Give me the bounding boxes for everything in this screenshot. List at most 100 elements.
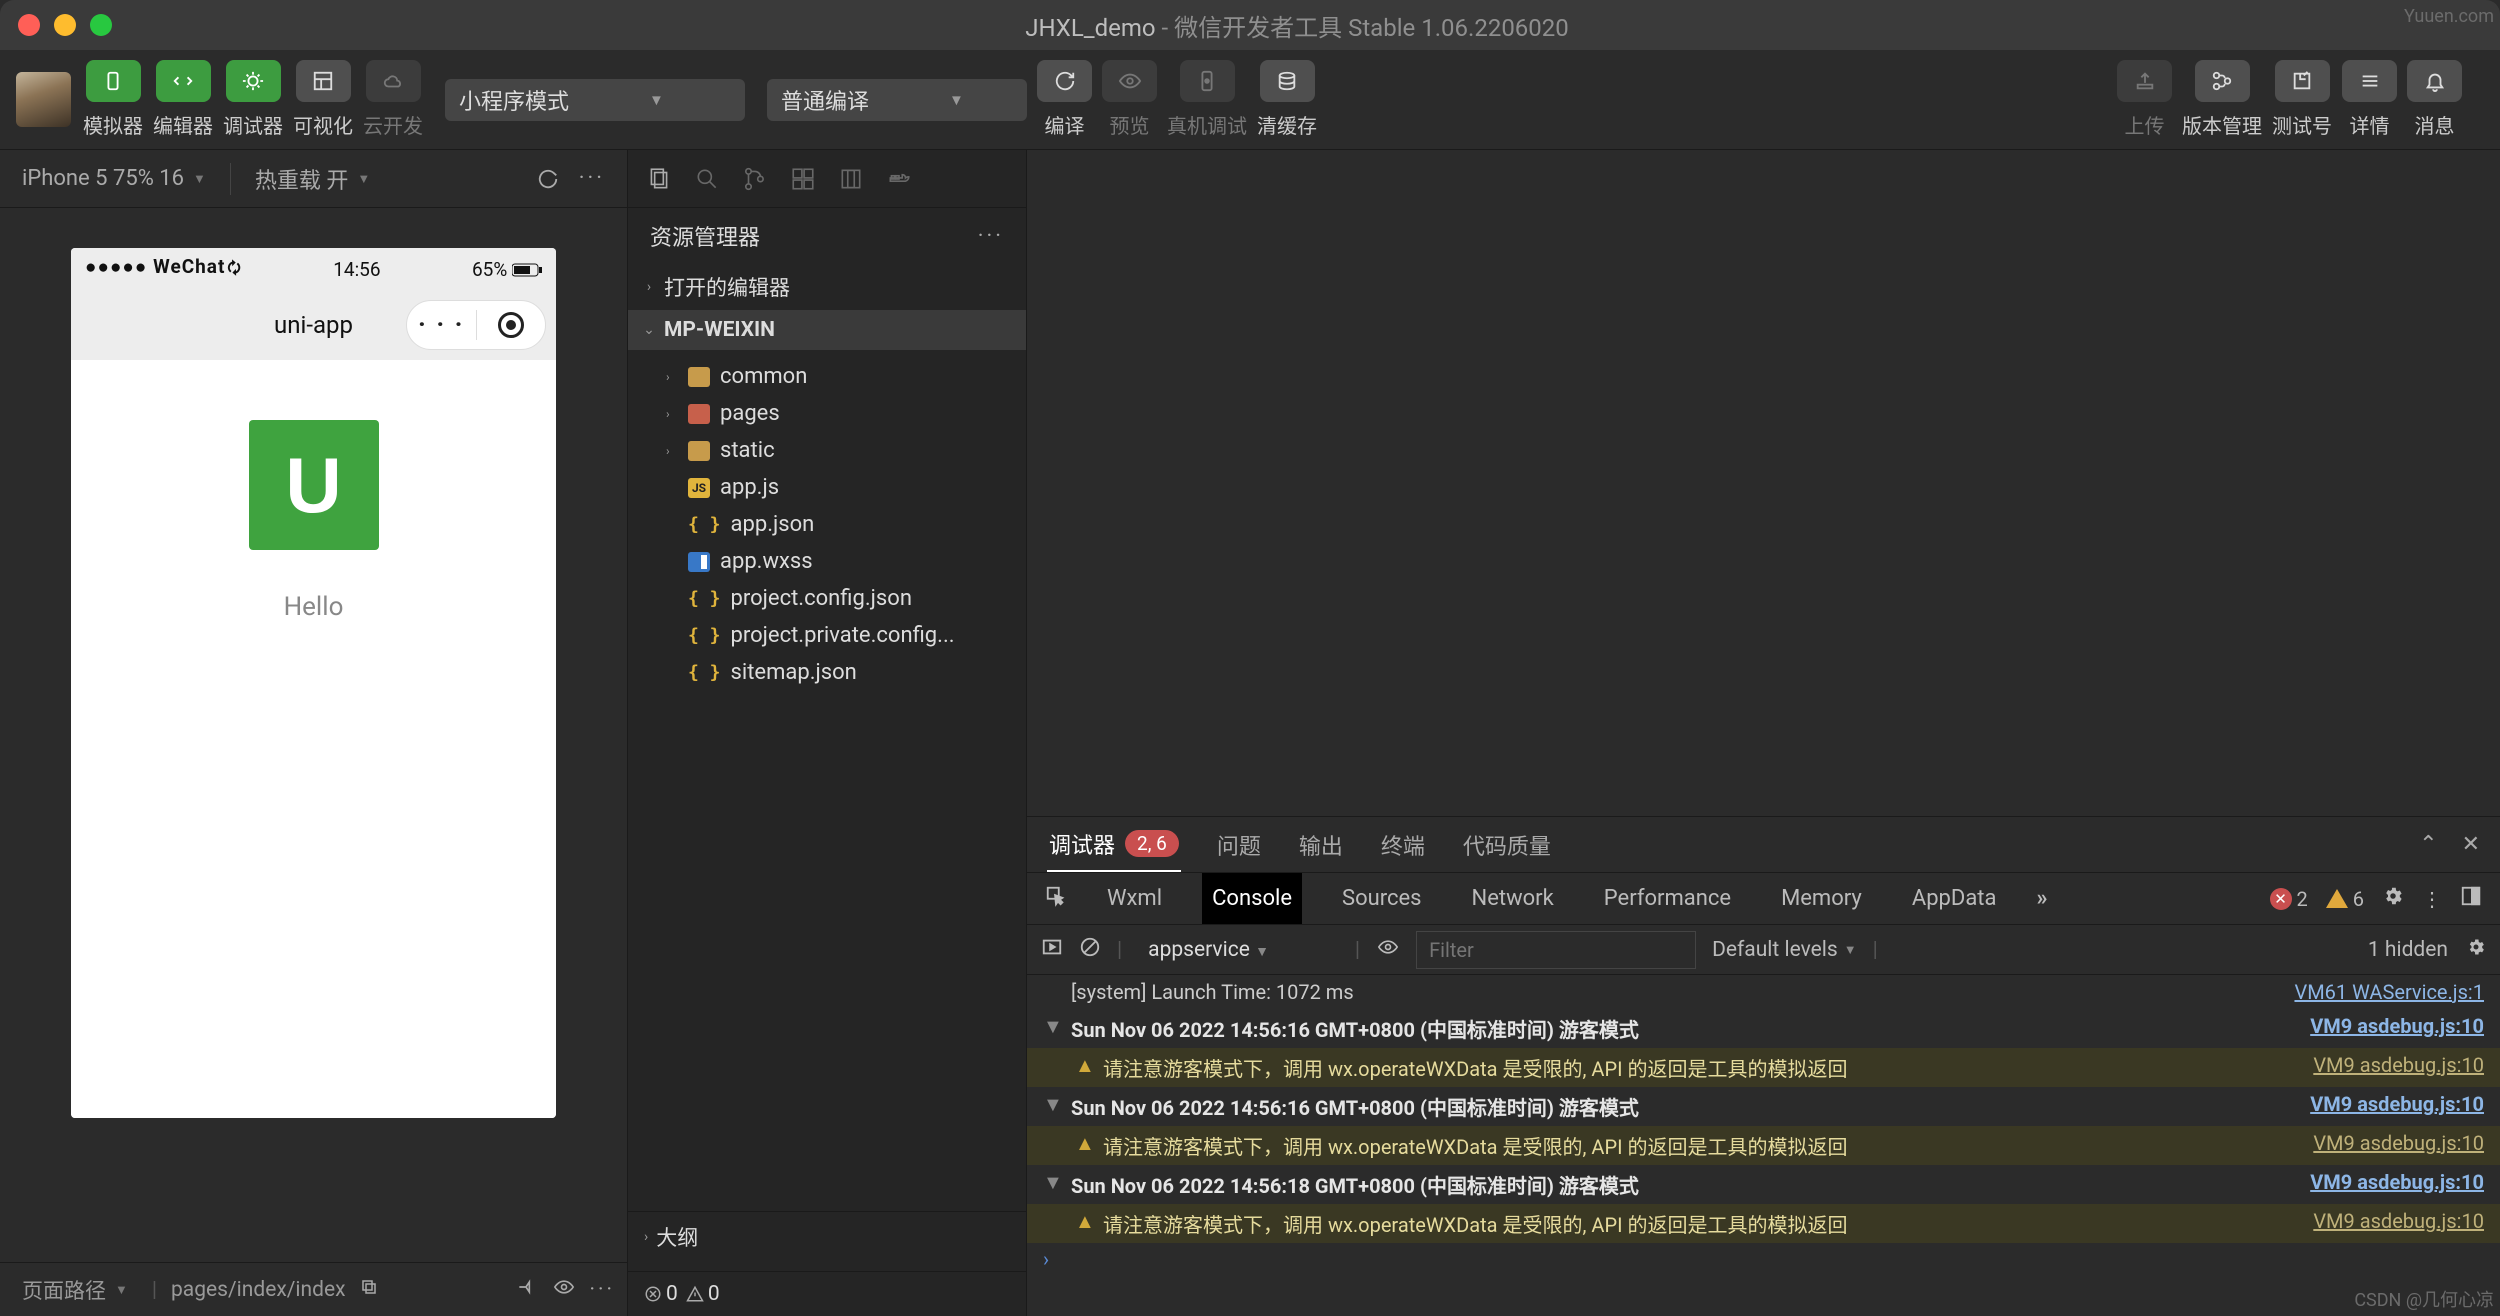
tree-file-appwxss[interactable]: app.wxss [628,543,1026,580]
devtools-error-count[interactable]: ✕2 [2270,887,2308,911]
tab-terminal[interactable]: 终端 [1379,817,1427,872]
simulator-pane: iPhone 5 75% 16▼ 热重载 开▼ ··· ●●●●● WeChat… [0,150,627,1316]
panel-collapse-icon[interactable]: ⌃ [2419,832,2437,857]
compile-select[interactable]: 普通编译▼ [767,79,1027,121]
visual-button[interactable] [296,60,351,102]
files-icon[interactable] [646,166,672,192]
devtab-console[interactable]: Console [1202,873,1302,924]
sim-more-icon[interactable]: ··· [569,160,615,197]
search-icon[interactable] [694,166,720,192]
log-source-link[interactable]: VM9 asdebug.js:10 [2310,1170,2484,1194]
context-select[interactable]: appservice ▼ [1138,934,1339,966]
tab-output[interactable]: 输出 [1297,817,1345,872]
tree-file-projconfig[interactable]: { }project.config.json [628,580,1026,617]
devtools-warn-count[interactable]: 6 [2326,887,2364,911]
eye-icon[interactable] [552,1277,576,1303]
devtabs-overflow-icon[interactable]: » [2036,886,2047,911]
devtab-performance[interactable]: Performance [1594,873,1741,924]
testno-button[interactable] [2275,60,2330,102]
console-sidebar-toggle-icon[interactable] [1041,936,1063,964]
top-toolbar: 模拟器 编辑器 调试器 可视化 云开发 小程序模式▼ 普通编译▼ 编译 预览 真… [0,50,2500,150]
explorer-activitybar [628,150,1026,208]
extensions-icon[interactable] [790,166,816,192]
devtab-sources[interactable]: Sources [1332,873,1432,924]
compile-label: 编译 [1045,110,1085,139]
minimize-button[interactable] [54,14,76,36]
inspect-icon[interactable] [1045,885,1067,913]
log-source-link[interactable]: VM9 asdebug.js:10 [2310,1092,2484,1116]
devtab-network[interactable]: Network [1462,873,1564,924]
compile-button[interactable] [1037,60,1092,102]
project-root[interactable]: ⌄MP-WEIXIN [628,310,1026,350]
tab-problems[interactable]: 问题 [1215,817,1263,872]
editor-pane: 调试器2, 6 问题 输出 终端 代码质量 ⌃ ✕ Wxml Console S… [1027,150,2500,1316]
debugger-toggle[interactable] [226,60,281,102]
autopreview-icon[interactable] [514,1277,538,1303]
tree-folder-common[interactable]: ›common [628,358,1026,395]
device-select[interactable]: iPhone 5 75% 16▼ [12,160,216,197]
log-source-link[interactable]: VM61 WAService.js:1 [2294,980,2484,1004]
console-prompt[interactable]: › [1027,1243,2500,1275]
tab-debugger[interactable]: 调试器2, 6 [1047,817,1181,872]
clear-console-icon[interactable] [1079,936,1101,964]
copy-path-icon[interactable] [360,1278,378,1302]
devtools-dock-icon[interactable] [2460,885,2482,912]
preview-button[interactable] [1102,60,1157,102]
console-filter-input[interactable] [1416,931,1696,969]
user-avatar[interactable] [16,72,71,127]
outline-section[interactable]: ›大纲 [628,1211,1026,1262]
tree-file-appjson[interactable]: { }app.json [628,506,1026,543]
hotreload-toggle[interactable]: 热重载 开▼ [245,157,380,201]
sim-footer-more-icon[interactable]: ··· [590,1278,615,1302]
error-count[interactable]: 0 [644,1282,678,1306]
editor-toggle[interactable] [156,60,211,102]
close-button[interactable] [18,14,40,36]
uniapp-logo: U [249,420,379,550]
tree-folder-pages[interactable]: ›pages [628,395,1026,432]
realdebug-button[interactable] [1180,60,1235,102]
cloud-button[interactable] [366,60,421,102]
panel-close-icon[interactable]: ✕ [2462,832,2480,857]
debugger-label: 调试器 [223,110,283,139]
devtab-appdata[interactable]: AppData [1902,873,2007,924]
git-icon[interactable] [742,166,768,192]
notify-button[interactable] [2407,60,2462,102]
log-source-link[interactable]: VM9 asdebug.js:10 [2313,1209,2484,1233]
warning-count[interactable]: 0 [686,1282,720,1306]
hidden-count[interactable]: 1 hidden [2368,938,2448,962]
tree-file-sitemap[interactable]: { }sitemap.json [628,654,1026,691]
open-editors-section[interactable]: ›打开的编辑器 [628,264,1026,310]
battery-label: 65% [472,258,542,281]
mode-select[interactable]: 小程序模式▼ [445,79,745,121]
pagepath-label[interactable]: 页面路径▼ [12,1269,138,1311]
devtools-more-icon[interactable]: ⋮ [2422,887,2442,911]
devtools-settings-icon[interactable] [2382,885,2404,912]
zoom-button[interactable] [90,14,112,36]
devtab-wxml[interactable]: Wxml [1097,873,1172,924]
db-icon[interactable] [838,166,864,192]
details-button[interactable] [2342,60,2397,102]
log-source-link[interactable]: VM9 asdebug.js:10 [2313,1053,2484,1077]
console-row: ▼Sun Nov 06 2022 14:56:16 GMT+0800 (中国标准… [1027,1087,2500,1126]
editor-empty-area [1027,150,2500,816]
upload-button[interactable] [2117,60,2172,102]
capsule-menu-button[interactable]: · · · [407,310,477,340]
tree-folder-static[interactable]: ›static [628,432,1026,469]
log-level-select[interactable]: Default levels ▼ [1712,938,1857,962]
log-source-link[interactable]: VM9 asdebug.js:10 [2313,1131,2484,1155]
devtab-memory[interactable]: Memory [1771,873,1872,924]
version-button[interactable] [2195,60,2250,102]
capsule-close-button[interactable] [477,312,546,338]
console-settings-icon[interactable] [2466,937,2486,963]
clearcache-button[interactable] [1260,60,1315,102]
log-source-link[interactable]: VM9 asdebug.js:10 [2310,1014,2484,1038]
docker-icon[interactable] [886,166,912,192]
tree-file-appjs[interactable]: JSapp.js [628,469,1026,506]
explorer-more-icon[interactable]: ··· [978,224,1004,249]
tree-file-projprivate[interactable]: { }project.private.config... [628,617,1026,654]
console-output[interactable]: [system] Launch Time: 1072 msVM61 WAServ… [1027,975,2500,1316]
refresh-sim-icon[interactable] [527,162,569,196]
tab-codequality[interactable]: 代码质量 [1461,817,1553,872]
live-expression-icon[interactable] [1376,937,1400,963]
simulator-toggle[interactable] [86,60,141,102]
